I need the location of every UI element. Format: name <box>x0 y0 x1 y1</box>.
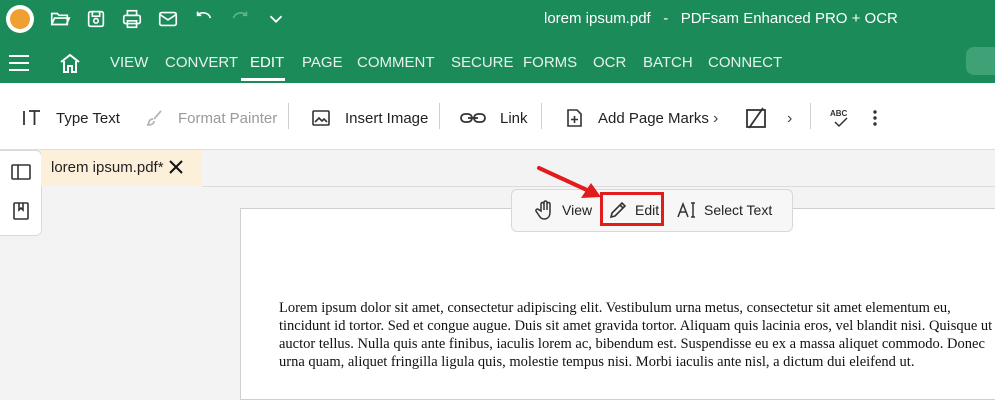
link-icon <box>460 113 486 123</box>
annotation-arrow-icon <box>537 166 601 198</box>
page-marks-icon <box>567 109 582 127</box>
bookmark-icon[interactable] <box>10 200 32 222</box>
toolbar-divider <box>288 103 289 129</box>
menu-secure[interactable]: SECURE <box>451 54 514 71</box>
window-title: lorem ipsum.pdf - PDFsam Enhanced PRO + … <box>544 10 898 27</box>
toolbar-divider <box>541 103 542 129</box>
spellcheck-button[interactable]: ABC <box>829 108 867 128</box>
add-page-marks-button[interactable]: Add Page Marks <box>564 108 709 128</box>
menu-forms[interactable]: FORMS <box>523 54 577 71</box>
type-text-label: Type Text <box>56 109 120 127</box>
print-icon[interactable] <box>121 8 143 30</box>
view-mode-button[interactable]: View <box>534 199 592 221</box>
customize-chevron-icon[interactable] <box>265 8 287 30</box>
add-page-marks-label: Add Page Marks <box>598 109 709 127</box>
redact-icon <box>746 107 766 129</box>
active-tab-indicator <box>241 78 285 81</box>
menu-convert[interactable]: CONVERT <box>165 54 238 71</box>
sidebar-toggle-icon[interactable] <box>10 161 32 183</box>
menu-page[interactable]: PAGE <box>302 54 343 71</box>
toolbar-divider <box>810 103 811 129</box>
document-tab[interactable]: lorem ipsum.pdf* <box>41 150 202 186</box>
search-box[interactable] <box>966 47 995 75</box>
svg-text:ABC: ABC <box>830 109 848 118</box>
menu-comment[interactable]: COMMENT <box>357 54 435 71</box>
format-painter-label: Format Painter <box>178 109 278 127</box>
view-mode-label: View <box>562 202 593 218</box>
menu-ocr[interactable]: OCR <box>593 54 626 71</box>
brush-icon <box>146 110 162 126</box>
insert-image-label: Insert Image <box>345 109 429 127</box>
link-label: Link <box>500 109 528 127</box>
hand-icon <box>535 200 551 220</box>
save-icon[interactable] <box>85 8 107 30</box>
menu-edit[interactable]: EDIT <box>250 54 284 71</box>
document-tab-label: lorem ipsum.pdf* <box>51 159 164 176</box>
insert-image-button[interactable]: Insert Image <box>311 108 428 128</box>
type-text-icon <box>23 110 40 125</box>
type-text-button[interactable]: Type Text <box>22 108 120 128</box>
menu-view[interactable]: VIEW <box>110 54 148 71</box>
open-folder-icon[interactable] <box>49 8 71 30</box>
select-text-mode-button[interactable]: Select Text <box>676 199 772 221</box>
close-icon[interactable] <box>168 159 184 175</box>
menu-batch[interactable]: BATCH <box>643 54 693 71</box>
app-logo-icon[interactable] <box>6 5 34 33</box>
undo-icon[interactable] <box>193 8 215 30</box>
image-icon <box>312 110 330 126</box>
chevron-right-icon[interactable]: › <box>713 110 718 128</box>
edit-highlight-box <box>600 192 664 226</box>
menu-connect[interactable]: CONNECT <box>708 54 782 71</box>
spellcheck-icon: ABC <box>830 109 848 128</box>
redo-icon[interactable] <box>229 8 251 30</box>
more-options-icon[interactable] <box>870 108 880 128</box>
mail-icon[interactable] <box>157 8 179 30</box>
select-text-icon <box>677 201 695 218</box>
hamburger-menu-icon[interactable] <box>9 55 31 71</box>
toolbar-divider <box>439 103 440 129</box>
home-icon[interactable] <box>58 52 82 74</box>
link-button[interactable]: Link <box>460 108 528 128</box>
select-text-mode-label: Select Text <box>704 202 773 218</box>
redact-button[interactable] <box>745 107 781 129</box>
format-painter-button[interactable]: Format Painter <box>144 108 277 128</box>
page-paragraph[interactable]: Lorem ipsum dolor sit amet, consectetur … <box>279 299 995 371</box>
chevron-right-icon[interactable]: › <box>787 110 792 128</box>
